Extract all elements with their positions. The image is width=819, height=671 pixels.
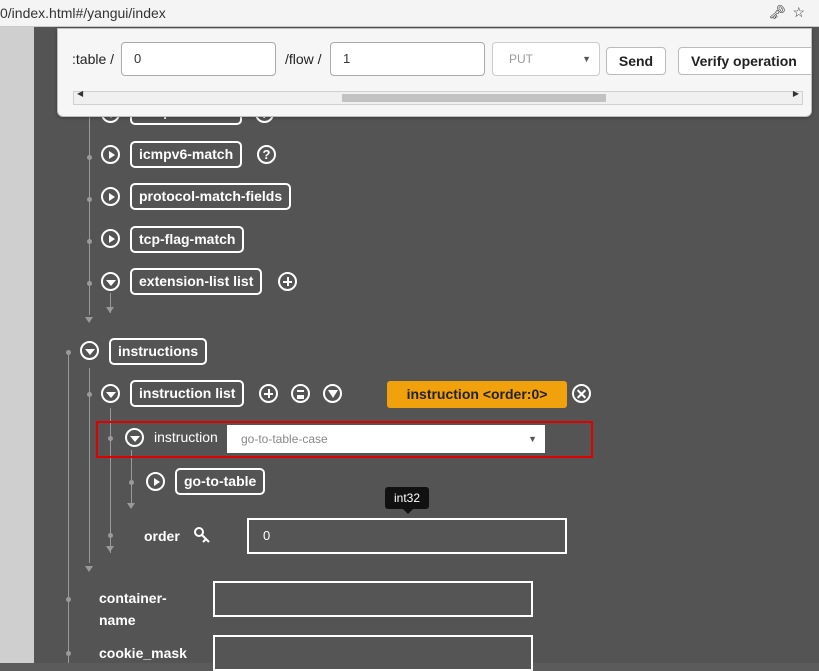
collapse-icon[interactable] [101, 272, 120, 291]
tree-line [131, 450, 132, 505]
table-input[interactable]: 0 [121, 42, 276, 76]
tree-line [68, 350, 69, 663]
browser-url-bar[interactable]: 0/index.html#/yangui/index 🗝︎☆ [0, 0, 819, 27]
expand-icon[interactable] [146, 472, 165, 491]
collapse-icon[interactable] [125, 428, 144, 447]
tree-arrow [127, 503, 135, 509]
left-strip [0, 27, 34, 663]
url-bar-icons: 🗝︎☆ [769, 0, 811, 24]
add-icon[interactable] [278, 272, 297, 291]
verify-operation-button[interactable]: Verify operation [678, 47, 811, 75]
horizontal-scrollbar[interactable]: ◀ ▶ [73, 89, 803, 105]
instruction-case-select[interactable]: go-to-table-case ▼ [227, 425, 545, 453]
flow-input[interactable]: 1 [330, 42, 485, 76]
order-input[interactable]: 0 [247, 518, 567, 554]
container-name-label-line1: container- [99, 590, 167, 606]
tree-dot [66, 350, 71, 355]
method-value: PUT [509, 52, 533, 66]
key-icon [194, 527, 210, 543]
key-icon[interactable]: 🗝︎ [769, 4, 793, 20]
add-icon[interactable] [259, 384, 278, 403]
list-icon[interactable] [291, 384, 310, 403]
tree-arrow [85, 317, 93, 323]
table-label: :table / [72, 51, 115, 67]
node-protocol-match-fields[interactable]: protocol-match-fields [130, 183, 292, 210]
star-icon[interactable]: ☆ [792, 4, 811, 20]
cookie-mask-input[interactable] [213, 635, 533, 671]
close-icon[interactable] [572, 384, 591, 403]
tree-dot [108, 533, 113, 538]
tree-dot [87, 197, 92, 202]
collapse-icon[interactable] [80, 341, 99, 360]
tree-dot [129, 480, 134, 485]
instruction-case-value: go-to-table-case [241, 432, 328, 446]
collapse-icon[interactable] [101, 384, 120, 403]
expand-icon[interactable] [101, 187, 120, 206]
operation-bar: :table / 0 /flow / 1 PUT ▼ Send Verify o… [57, 28, 812, 117]
method-select[interactable]: PUT ▼ [492, 42, 600, 76]
flow-label: /flow / [285, 51, 322, 67]
tree-arrow [106, 307, 114, 313]
filter-icon[interactable] [323, 384, 342, 403]
cookie-mask-label: cookie_mask [99, 645, 187, 661]
send-button[interactable]: Send [606, 47, 666, 75]
node-icmpv6-match[interactable]: icmpv6-match [130, 141, 243, 168]
tree-dot [87, 281, 92, 286]
node-instructions[interactable]: instructions [109, 338, 208, 365]
expand-icon[interactable] [101, 229, 120, 248]
node-go-to-table[interactable]: go-to-table [175, 468, 266, 495]
tree-line [89, 368, 90, 563]
chevron-down-icon: ▼ [582, 54, 591, 64]
tree-dot [66, 651, 71, 656]
scroll-right-icon[interactable]: ▶ [793, 89, 799, 98]
expand-icon[interactable] [101, 145, 120, 164]
container-name-input[interactable] [213, 581, 533, 617]
node-tcp-flag-match[interactable]: tcp-flag-match [130, 226, 245, 253]
node-instruction-list[interactable]: instruction list [130, 380, 245, 407]
order-label: order [144, 528, 180, 544]
tree-dot [87, 239, 92, 244]
type-tooltip: int32 [385, 487, 429, 514]
scrollbar-thumb[interactable] [342, 94, 606, 102]
tree-dot [87, 392, 92, 397]
tree-arrow [106, 546, 114, 552]
tree-arrow [85, 566, 93, 572]
container-name-label-line2: name [99, 612, 136, 628]
instruction-tag[interactable]: instruction <order:0> [387, 381, 567, 408]
help-icon[interactable]: ? [257, 145, 276, 164]
url-text[interactable]: 0/index.html#/yangui/index [0, 1, 166, 25]
chevron-down-icon: ▼ [528, 434, 537, 444]
instruction-label: instruction [154, 429, 218, 445]
tree-dot [66, 597, 71, 602]
tree-dot [87, 155, 92, 160]
node-extension-list[interactable]: extension-list list [130, 268, 263, 295]
scroll-left-icon[interactable]: ◀ [77, 89, 83, 98]
